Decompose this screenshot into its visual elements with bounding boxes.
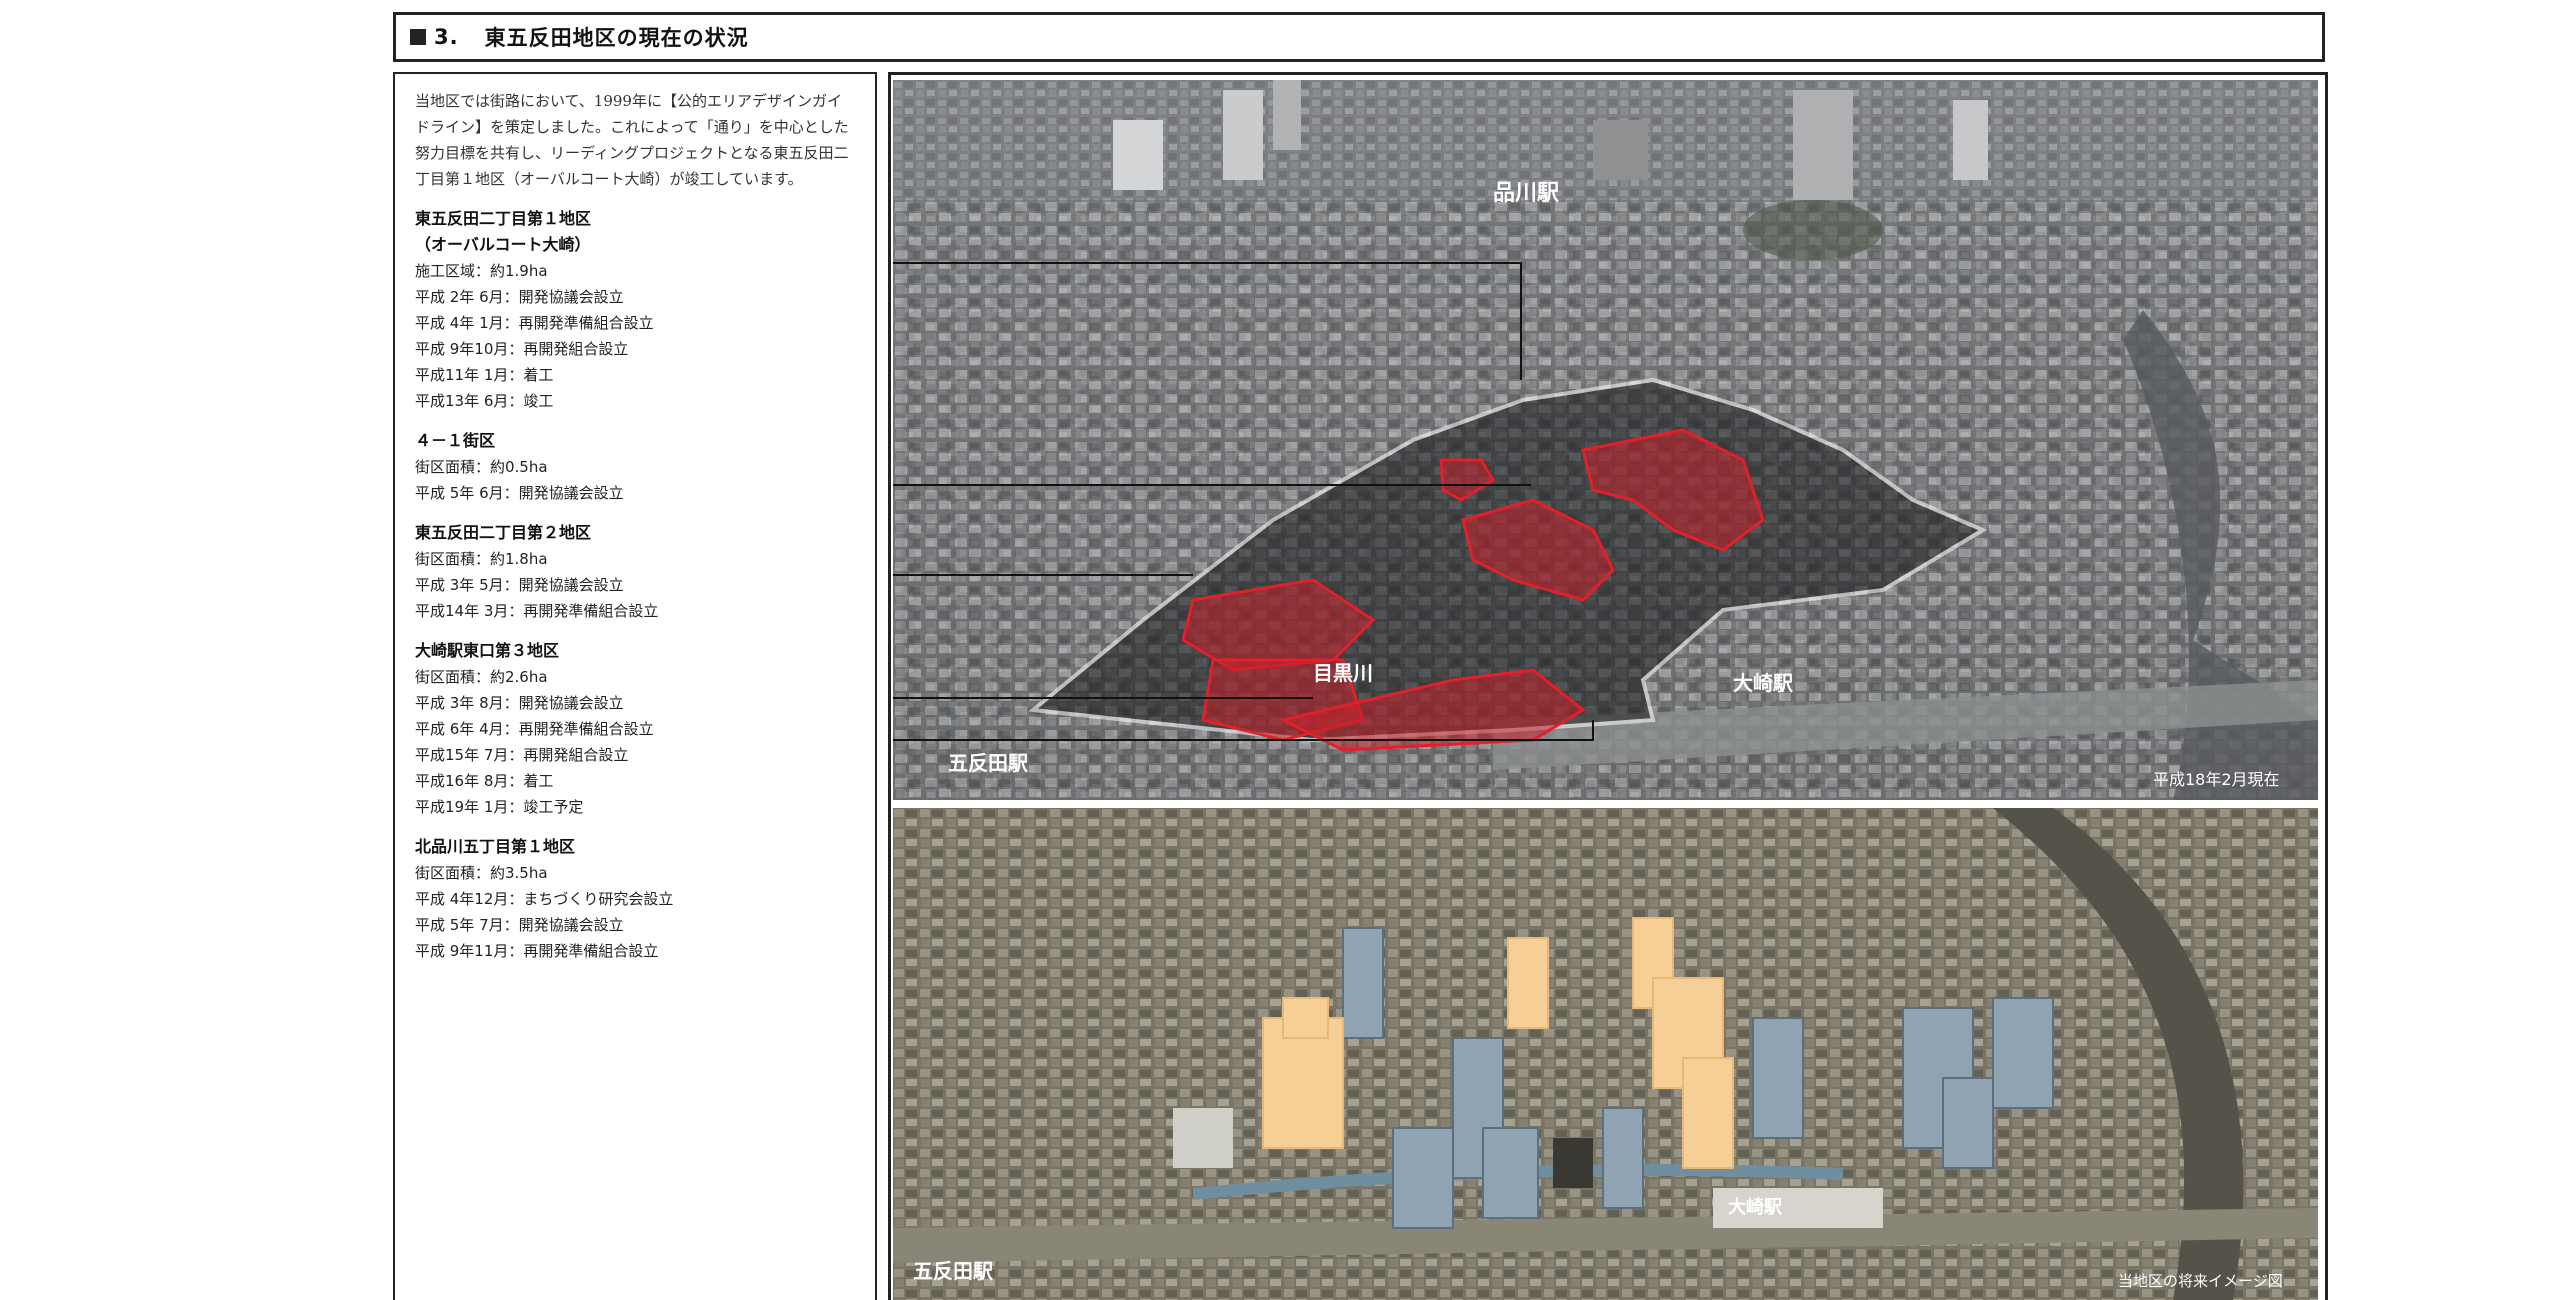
aerial-photo-current: 品川駅 目黒川 大崎駅 五反田駅 平成18年2月現在 (893, 80, 2318, 800)
station-label: 大崎駅 (1733, 671, 1793, 695)
site-block: 東五反田二丁目第１地区 （オーバルコート大崎） 施工区域：約1.9ha 平成 2… (415, 206, 861, 414)
square-bullet-icon (410, 29, 426, 45)
site-detail: 平成14年 3月：再開発準備組合設立 (415, 602, 659, 620)
section-header: 3. 東五反田地区の現在の状況 (393, 12, 2325, 62)
site-name: 北品川五丁目第１地区 (415, 834, 582, 860)
site-detail: 平成 2年 6月：開発協議会設立 (415, 288, 624, 306)
site-detail: 平成 4年12月：まちづくり研究会設立 (415, 890, 674, 908)
site-detail: 街区面積：約2.6ha (415, 668, 548, 686)
image-caption: 当地区の将来イメージ図 (2118, 1272, 2283, 1290)
site-block: ４－１街区 街区面積：約0.5ha 平成 5年 6月：開発協議会設立 (415, 428, 861, 506)
site-detail: 平成 5年 7月：開発協議会設立 (415, 916, 624, 934)
site-detail: 平成11年 1月：着工 (415, 366, 554, 384)
site-block: 大崎駅東口第３地区 街区面積：約2.6ha 平成 3年 8月：開発協議会設立 平… (415, 638, 861, 820)
intro-paragraph: 当地区では街路において、1999年に【公的エリアデザインガイドライン】を策定しま… (415, 92, 849, 188)
station-label: 五反田駅 (948, 751, 1028, 775)
site-detail: 平成 3年 8月：開発協議会設立 (415, 694, 624, 712)
section-title: 東五反田地区の現在の状況 (484, 26, 749, 50)
site-name: 東五反田二丁目第１地区 (415, 206, 598, 232)
site-detail: 平成 5年 6月：開発協議会設立 (415, 484, 624, 502)
site-detail: 平成19年 1月：竣工予定 (415, 798, 584, 816)
site-detail: 平成 6年 4月：再開発準備組合設立 (415, 720, 654, 738)
photo-date-label: 平成18年2月現在 (2153, 770, 2280, 789)
site-detail: 街区面積：約3.5ha (415, 864, 548, 882)
site-name: 大崎駅東口第３地区 (415, 638, 566, 664)
aerial-photo-current-graphic: 品川駅 目黒川 大崎駅 五反田駅 平成18年2月現在 (893, 80, 2318, 800)
future-image-graphic: 五反田駅 大崎駅 当地区の将来イメージ図 (893, 808, 2318, 1300)
site-detail: 平成 3年 5月：開発協議会設立 (415, 576, 624, 594)
site-name: 東五反田二丁目第２地区 (415, 520, 598, 546)
future-image: 五反田駅 大崎駅 当地区の将来イメージ図 (893, 808, 2318, 1300)
site-detail: 街区面積：約1.8ha (415, 550, 548, 568)
site-name: ４－１街区 (415, 428, 502, 454)
site-detail: 平成 9年11月：再開発準備組合設立 (415, 942, 659, 960)
site-block: 北品川五丁目第１地区 街区面積：約3.5ha 平成 4年12月：まちづくり研究会… (415, 834, 861, 964)
site-detail: 施工区域：約1.9ha (415, 262, 548, 280)
section-number: 3. (434, 25, 459, 49)
station-label: 品川駅 (1493, 181, 1559, 206)
site-detail: 街区面積：約0.5ha (415, 458, 548, 476)
description-panel: 当地区では街路において、1999年に【公的エリアデザインガイドライン】を策定しま… (393, 72, 877, 1300)
site-detail: 平成 9年10月：再開発組合設立 (415, 340, 629, 358)
site-detail: 平成 4年 1月：再開発準備組合設立 (415, 314, 654, 332)
site-detail: 平成15年 7月：再開発組合設立 (415, 746, 629, 764)
site-block: 東五反田二丁目第２地区 街区面積：約1.8ha 平成 3年 5月：開発協議会設立… (415, 520, 861, 624)
site-subname: （オーバルコート大崎） (415, 232, 597, 258)
station-label: 大崎駅 (1728, 1196, 1783, 1218)
site-detail: 平成13年 6月：竣工 (415, 392, 554, 410)
site-detail: 平成16年 8月：着工 (415, 772, 554, 790)
river-label: 目黒川 (1313, 661, 1373, 685)
station-label: 五反田駅 (913, 1259, 993, 1283)
